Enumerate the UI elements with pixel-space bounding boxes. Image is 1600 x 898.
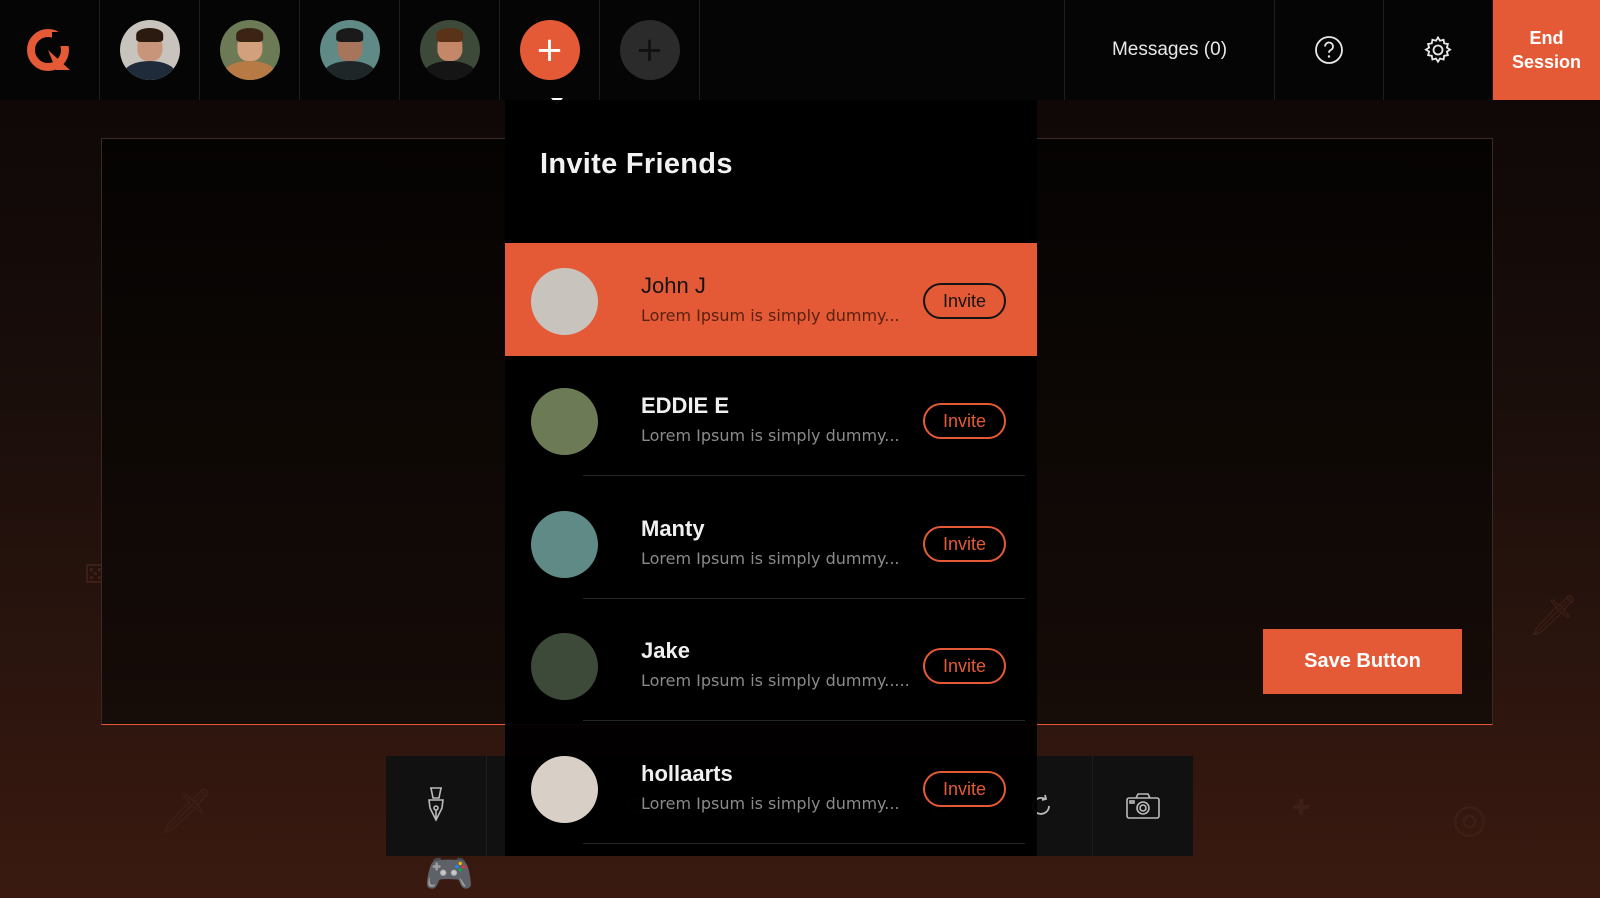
- bg-sword-icon: 🗡: [158, 786, 214, 837]
- friend-name: Jake: [641, 638, 690, 663]
- bg-sword-icon: 🗡: [1528, 593, 1579, 639]
- avatar[interactable]: [119, 20, 180, 80]
- avatar[interactable]: [219, 20, 280, 80]
- friend-subtitle: Lorem Ipsum is simply dummy...: [641, 306, 900, 325]
- plus-icon: +: [635, 30, 664, 70]
- help-icon: [1315, 36, 1343, 64]
- avatar-body: [423, 60, 476, 80]
- avatar-hair: [335, 28, 364, 42]
- pen-icon: [428, 787, 444, 822]
- friend-row[interactable]: hollaarts Lorem Ipsum is simply dummy...…: [505, 731, 1037, 844]
- invite-button[interactable]: Invite: [923, 648, 1006, 684]
- invite-button[interactable]: Invite: [923, 403, 1006, 439]
- friend-row[interactable]: Manty Lorem Ipsum is simply dummy... Inv…: [505, 486, 1037, 599]
- friend-name: John J: [641, 273, 706, 298]
- avatar-body: [323, 60, 376, 80]
- add-participant-active-slot[interactable]: +: [500, 0, 600, 100]
- friend-avatar: [531, 633, 598, 700]
- save-button[interactable]: Save Button: [1263, 629, 1462, 694]
- bg-plus-icon: ✚: [1292, 796, 1311, 821]
- avatar-body: [123, 60, 176, 80]
- friend-subtitle: Lorem Ipsum is simply dummy...: [641, 549, 900, 568]
- friend-row[interactable]: John J Lorem Ipsum is simply dummy... In…: [505, 243, 1037, 356]
- avatar-hair: [235, 28, 264, 42]
- pen-tool[interactable]: [386, 756, 487, 856]
- top-bar-spacer: [700, 0, 1065, 100]
- participant-slot-1[interactable]: [100, 0, 200, 100]
- friend-avatar: [531, 268, 598, 335]
- bg-gamepad-icon: 🎮: [424, 851, 474, 897]
- friend-avatar: [531, 756, 598, 823]
- row-divider: [583, 475, 1025, 476]
- row-divider: [583, 720, 1025, 721]
- friend-row[interactable]: Jake Lorem Ipsum is simply dummy..... In…: [505, 608, 1037, 721]
- end-session-button[interactable]: End Session: [1493, 0, 1600, 100]
- logo[interactable]: [0, 0, 100, 100]
- friend-name: hollaarts: [641, 761, 733, 786]
- messages-button[interactable]: Messages (0): [1065, 0, 1275, 100]
- settings-button[interactable]: [1384, 0, 1493, 100]
- add-participant-idle-slot[interactable]: +: [600, 0, 700, 100]
- plus-icon: +: [535, 30, 564, 70]
- logo-icon: [26, 29, 74, 71]
- friend-name: EDDIE E: [641, 393, 730, 418]
- invite-button[interactable]: Invite: [923, 283, 1006, 319]
- gear-icon: [1424, 35, 1452, 64]
- invite-button[interactable]: Invite: [923, 771, 1006, 807]
- invite-friends-dropdown: Invite Friends John J Lorem Ipsum is sim…: [505, 100, 1037, 856]
- participant-slot-2[interactable]: [200, 0, 300, 100]
- avatar-hair: [135, 28, 164, 42]
- messages-label: Messages (0): [1111, 39, 1228, 60]
- row-divider: [583, 598, 1025, 599]
- friend-subtitle: Lorem Ipsum is simply dummy.....: [641, 671, 910, 690]
- invite-button[interactable]: Invite: [923, 526, 1006, 562]
- friend-name: Manty: [641, 516, 705, 541]
- friend-avatar: [531, 511, 598, 578]
- help-button[interactable]: [1275, 0, 1384, 100]
- friend-subtitle: Lorem Ipsum is simply dummy...: [641, 794, 900, 813]
- row-divider: [583, 843, 1025, 844]
- add-participant-button-idle[interactable]: +: [619, 20, 680, 80]
- camera-tool[interactable]: [1093, 756, 1193, 856]
- friend-subtitle: Lorem Ipsum is simply dummy...: [641, 426, 900, 445]
- add-participant-button[interactable]: +: [519, 20, 580, 80]
- dropdown-title: Invite Friends: [540, 148, 733, 180]
- avatar-body: [223, 60, 276, 80]
- avatar-hair: [435, 28, 464, 42]
- friend-row[interactable]: EDDIE E Lorem Ipsum is simply dummy... I…: [505, 363, 1037, 476]
- participant-slot-4[interactable]: [400, 0, 500, 100]
- friend-avatar: [531, 388, 598, 455]
- participant-slot-3[interactable]: [300, 0, 400, 100]
- bg-target-icon: ◎: [1452, 796, 1487, 842]
- camera-icon: [1126, 793, 1160, 819]
- top-bar: + + Messages (0) End Session: [0, 0, 1600, 100]
- avatar[interactable]: [419, 20, 480, 80]
- avatar[interactable]: [319, 20, 380, 80]
